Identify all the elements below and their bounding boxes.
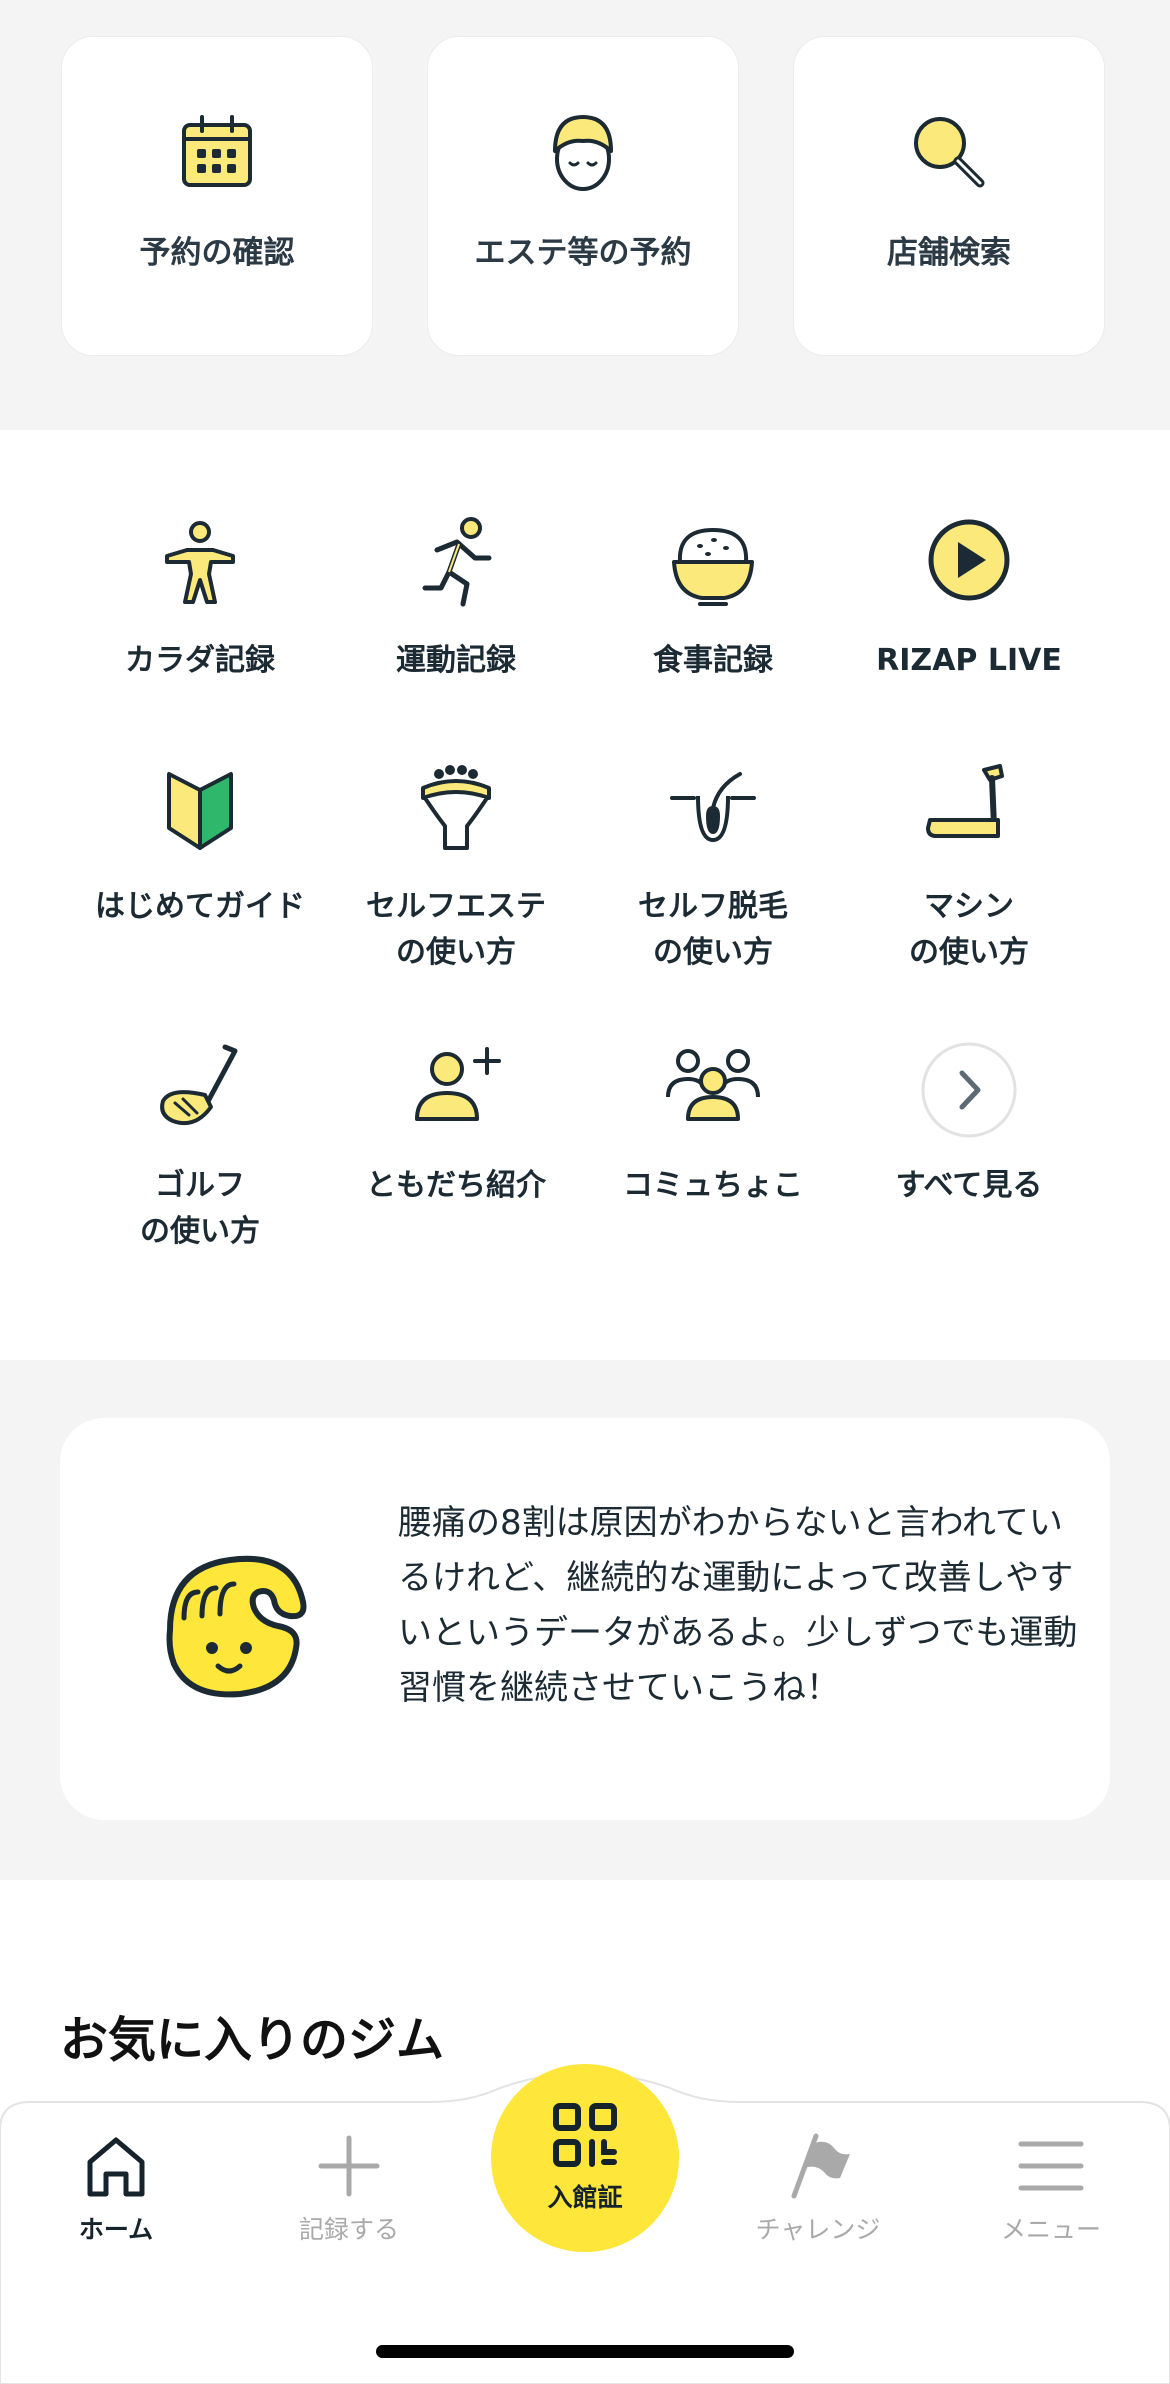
reservation-check-card[interactable]: 予約の確認	[61, 36, 373, 356]
beginner-mark-icon	[167, 772, 233, 850]
plus-icon	[318, 2135, 380, 2197]
nav-menu[interactable]: メニュー	[951, 2130, 1151, 2250]
menu-item-label: セルフエステ の使い方	[366, 889, 546, 970]
nav-menu-label: メニュー	[1000, 2215, 1101, 2244]
menu-item-label: 運動記録	[396, 643, 516, 678]
favorite-gyms-title: お気に入りのジム	[60, 2012, 445, 2068]
store-search-card[interactable]: 店舗検索	[793, 36, 1105, 356]
menu-item-label: コミュちょこ	[623, 1168, 803, 1203]
store-search-label: 店舗検索	[887, 235, 1011, 271]
menu-item-friend-referral[interactable]: ともだち紹介	[331, 1035, 581, 1255]
face-towel-icon	[553, 115, 613, 191]
menu-item-label: マシン の使い方	[909, 889, 1029, 970]
menu-item-community[interactable]: コミュちょこ	[588, 1035, 838, 1255]
menu-item-beginner-guide[interactable]: はじめてガイド	[75, 756, 325, 976]
qr-code-icon	[553, 2103, 617, 2167]
bottom-nav: ホーム 記録する 入館証 チャレンジ メニュー	[0, 2064, 1170, 2384]
checkin-button[interactable]: 入館証	[491, 2064, 679, 2252]
menu-item-label: 食事記録	[653, 643, 773, 678]
treadmill-icon	[926, 764, 1004, 838]
search-icon	[914, 117, 985, 188]
menu-item-body-record[interactable]: カラダ記録	[75, 510, 325, 730]
esthe-reservation-card[interactable]: エステ等の予約	[427, 36, 739, 356]
nav-record[interactable]: 記録する	[249, 2130, 449, 2250]
menu-item-self-hair-removal[interactable]: セルフ脱毛 の使い方	[588, 756, 838, 976]
quick-actions: 予約の確認 エステ等の予約 店舗検索	[0, 0, 1170, 430]
flag-icon	[791, 2133, 850, 2199]
menu-grid: カラダ記録 運動記録 食事記録 RIZAP LIVE はじめてガイド セルフエス…	[0, 430, 1170, 1360]
calendar-icon	[182, 115, 252, 187]
menu-item-label: はじめてガイド	[95, 889, 305, 924]
chevron-right-icon	[921, 1042, 1017, 1138]
menu-item-golf[interactable]: ゴルフ の使い方	[75, 1035, 325, 1255]
home-icon	[87, 2137, 145, 2197]
menu-item-meal-record[interactable]: 食事記録	[588, 510, 838, 730]
menu-item-view-all[interactable]: すべて見る	[844, 1035, 1094, 1255]
menu-item-label: すべて見る	[895, 1168, 1043, 1203]
menu-item-label: カラダ記録	[125, 643, 275, 678]
checkin-label: 入館証	[547, 2183, 623, 2212]
nav-home[interactable]: ホーム	[16, 2130, 216, 2250]
home-indicator	[376, 2345, 794, 2358]
mascot-icon	[166, 1555, 307, 1698]
play-icon	[928, 519, 1010, 601]
esthe-reservation-label: エステ等の予約	[474, 235, 692, 271]
reservation-check-label: 予約の確認	[139, 235, 295, 271]
nav-home-label: ホーム	[78, 2215, 154, 2244]
menu-item-rizap-live[interactable]: RIZAP LIVE	[844, 510, 1094, 730]
nav-challenge-label: チャレンジ	[755, 2215, 881, 2244]
hair-removal-icon	[670, 772, 756, 843]
nav-record-label: 記録する	[298, 2215, 399, 2244]
menu-item-label: RIZAP LIVE	[876, 643, 1062, 678]
tip-text: 腰痛の8割は原因がわからないと言われているけれど、継続的な運動によって改善しやす…	[398, 1503, 1078, 1708]
add-friend-icon	[415, 1047, 501, 1121]
hamburger-menu-icon	[1018, 2141, 1084, 2191]
menu-item-label: セルフ脱毛 の使い方	[638, 889, 788, 970]
body-icon	[165, 521, 235, 604]
menu-item-label: ゴルフ の使い方	[140, 1168, 260, 1249]
menu-item-machine[interactable]: マシン の使い方	[844, 756, 1094, 976]
menu-item-label: ともだち紹介	[366, 1168, 546, 1203]
menu-item-exercise-record[interactable]: 運動記録	[331, 510, 581, 730]
tip-card: 腰痛の8割は原因がわからないと言われているけれど、継続的な運動によって改善しやす…	[60, 1418, 1110, 1820]
community-icon	[666, 1049, 760, 1121]
golf-club-icon	[160, 1044, 238, 1126]
esthe-device-icon	[421, 765, 491, 850]
rice-bowl-icon	[672, 527, 754, 606]
tip-section: 腰痛の8割は原因がわからないと言われているけれど、継続的な運動によって改善しやす…	[0, 1360, 1170, 1880]
running-icon	[422, 517, 492, 607]
nav-challenge[interactable]: チャレンジ	[718, 2130, 918, 2250]
menu-item-self-esthe[interactable]: セルフエステ の使い方	[331, 756, 581, 976]
